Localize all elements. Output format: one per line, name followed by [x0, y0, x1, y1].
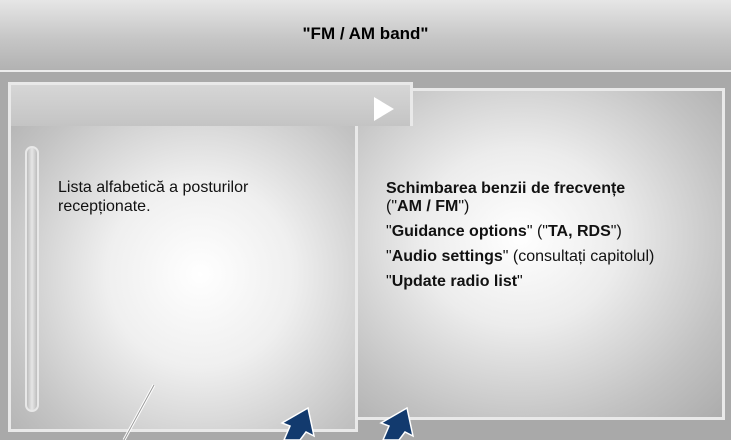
station-list-description: Lista alfabetică a posturilor recepționa…: [58, 179, 249, 215]
scrollbar[interactable]: [25, 146, 39, 412]
menu-item-change-band[interactable]: Schimbarea benzii de frecvențe ("AM / FM"…: [386, 180, 716, 216]
page-title: "FM / AM band": [302, 24, 429, 43]
panel-tab-bar: [8, 82, 413, 126]
menu-item-update-radio-list[interactable]: "Update radio list": [386, 273, 716, 291]
header-bar: "FM / AM band": [0, 0, 731, 72]
station-list-panel[interactable]: [8, 82, 358, 432]
options-menu: Schimbarea benzii de frecvențe ("AM / FM"…: [386, 180, 716, 298]
menu-item-guidance-options[interactable]: "Guidance options" ("TA, RDS"): [386, 223, 716, 241]
menu-item-audio-settings[interactable]: "Audio settings" (consultați capitolul): [386, 248, 716, 266]
play-arrow-icon[interactable]: [374, 97, 394, 121]
